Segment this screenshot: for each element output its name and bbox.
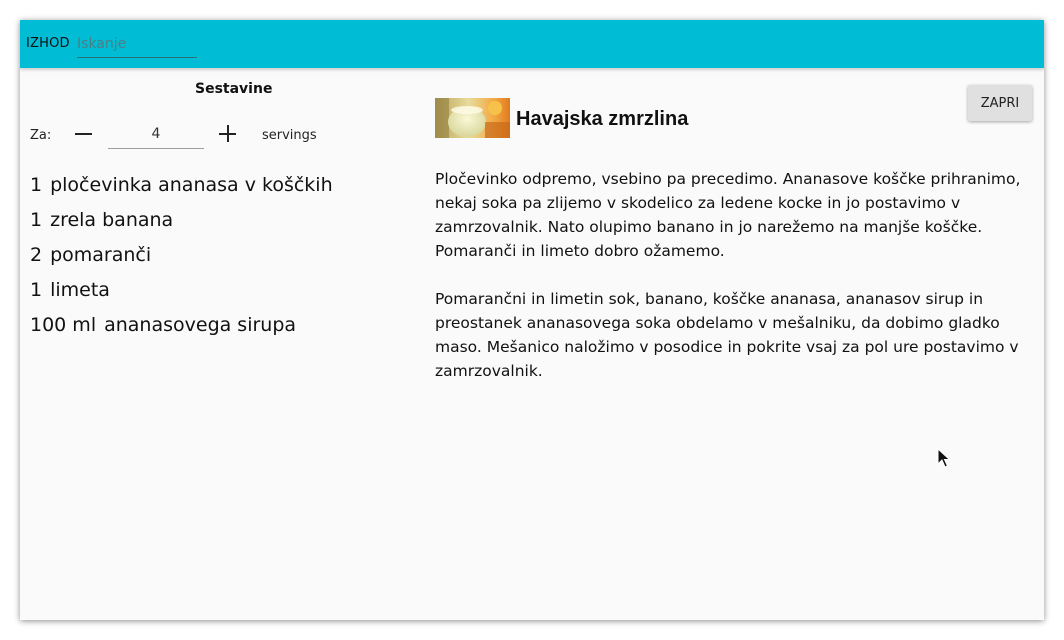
ingredient-item: 1 pločevinka ananasa v koščkih [30,172,333,207]
ingredient-name: pomaranči [50,244,152,266]
ingredient-amount: 2 [30,244,43,266]
ingredients-title: Sestavine [195,81,273,97]
instruction-paragraph: Pomarančni in limetin sok, banano, koščk… [435,290,1019,380]
app-window: IZHOD Sestavine Za: servings 1 pločevinka… [20,20,1044,620]
servings-for-label: Za: [30,128,52,143]
ingredient-item: 1 limeta [30,277,333,312]
ingredient-item: 1 zrela banana [30,207,333,242]
decrease-servings-button[interactable] [75,125,93,143]
ingredient-name: ananasovega sirupa [104,314,297,336]
instruction-paragraph: Pločevinko odpremo, vsebino pa precedimo… [435,170,1021,260]
search-input[interactable] [77,31,197,58]
top-bar: IZHOD [20,20,1044,68]
ingredient-amount: 1 [30,279,43,301]
ingredient-name: pločevinka ananasa v koščkih [50,174,333,196]
ingredient-list: 1 pločevinka ananasa v koščkih 1 zrela ban… [30,172,333,347]
ingredient-item: 100 ml ananasovega sirupa [30,312,333,347]
recipe-instructions: Pločevinko odpremo, vsebino pa precedimo… [435,167,1035,407]
close-button[interactable]: ZAPRI [968,85,1032,121]
ingredient-item: 2 pomaranči [30,242,333,277]
recipe-title: Havajska zmrzlina [516,108,689,130]
ingredient-amount: 1 [30,174,43,196]
ingredient-amount: 1 [30,209,43,231]
ingredient-name: zrela banana [50,209,174,231]
ingredient-amount: 100 ml [30,314,97,336]
servings-input[interactable] [108,120,204,149]
recipe-thumbnail [435,98,510,138]
servings-label: servings [262,128,317,143]
ingredient-name: limeta [50,279,110,301]
increase-servings-button[interactable] [219,125,237,143]
exit-button[interactable]: IZHOD [26,36,70,51]
mouse-cursor-icon [937,448,951,468]
